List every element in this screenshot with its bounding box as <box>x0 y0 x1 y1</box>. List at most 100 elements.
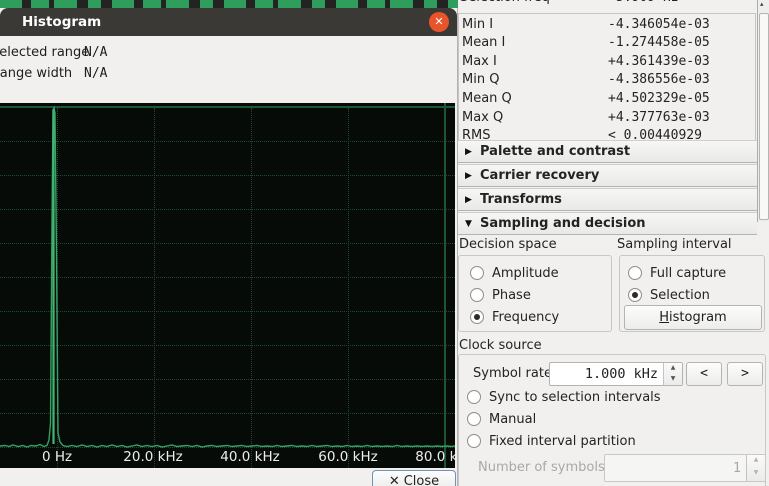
radio-row: Manual <box>467 411 536 427</box>
radio-label: Frequency <box>492 310 559 325</box>
radio-amplitude[interactable] <box>470 266 484 280</box>
radio-label: Fixed interval partition <box>489 434 636 449</box>
app-root: Histogram ✕ Selected range N/A Range wid… <box>0 0 769 486</box>
radio-label: Amplitude <box>492 266 559 281</box>
symbol-rate-value: 1.000 kHz <box>585 366 658 382</box>
close-icon: ✕ <box>434 15 443 28</box>
stat-label: Min Q <box>459 72 608 87</box>
x-axis-tick: 40.0 kHz <box>220 449 279 465</box>
spin-up-icon[interactable]: ▲ <box>664 363 682 374</box>
radio-row: Phase <box>470 287 531 303</box>
radio-full-capture[interactable] <box>628 266 642 280</box>
window-titlebar[interactable]: Histogram ✕ <box>0 8 457 36</box>
radio-row: Fixed interval partition <box>467 433 636 449</box>
radio-row: Full capture <box>628 265 726 281</box>
selected-range-label: Selected range <box>0 45 89 60</box>
range-width-label: Range width <box>0 66 72 81</box>
radio-row: Frequency <box>470 309 559 325</box>
radio-label: Phase <box>492 288 531 303</box>
section-label: Carrier recovery <box>480 168 599 183</box>
chevron-down-icon: ▼ <box>465 219 480 229</box>
panel-scrollbar[interactable]: ▴ <box>757 0 769 222</box>
inspector-panel: Selection freq 5.909 Hz Min I -4.346054e… <box>458 0 769 486</box>
x-axis-tick: 0 Hz <box>42 449 72 465</box>
x-axis-tick: 60.0 kHz <box>318 449 377 465</box>
stat-label: Mean I <box>459 35 608 50</box>
symbol-rate-increment-button[interactable]: > <box>727 362 763 386</box>
stat-label: Mean Q <box>459 91 608 106</box>
decision-space-group: Amplitude Phase Frequency <box>458 255 612 332</box>
clock-source-group: Symbol rate 1.000 kHz ▲ ▼ < > Sync to se… <box>458 354 766 486</box>
histogram-plot-area[interactable]: 0 Hz 20.0 kHz 40.0 kHz 60.0 kHz 80.0 kHz <box>0 103 455 468</box>
table-row: Mean I -1.274458e-05 <box>459 34 755 52</box>
window-close-button[interactable]: ✕ <box>429 12 449 32</box>
table-row: Mean Q +4.502329e-05 <box>459 90 755 108</box>
signal-stats-table: Min I -4.346054e-03 Mean I -1.274458e-05… <box>458 13 756 147</box>
section-label: Sampling and decision <box>480 216 646 231</box>
number-of-symbols-value: 1 <box>733 460 741 476</box>
radio-label: Sync to selection intervals <box>489 390 661 405</box>
stat-value: +4.377763e-03 <box>608 110 710 125</box>
section-label: Transforms <box>480 192 562 207</box>
sampling-interval-group: Full capture Selection Histogram <box>619 255 765 332</box>
close-x-icon: ✕ <box>389 474 400 486</box>
close-dialog-button[interactable]: ✕ Close <box>372 470 456 486</box>
x-axis-tick: 80.0 kHz <box>415 449 455 465</box>
chevron-right-icon: ▶ <box>465 147 480 157</box>
radio-selection[interactable] <box>628 288 642 302</box>
stat-label: Max Q <box>459 110 608 125</box>
radio-phase[interactable] <box>470 288 484 302</box>
chevron-right-icon: ▶ <box>465 195 480 205</box>
spin-up-icon: ▲ <box>747 455 765 468</box>
table-row: Min I -4.346054e-03 <box>459 15 755 33</box>
x-axis-tick: 20.0 kHz <box>123 449 182 465</box>
radio-label: Selection <box>650 288 710 303</box>
radio-label: Manual <box>489 412 536 427</box>
symbol-rate-decrement-button[interactable]: < <box>686 362 722 386</box>
sampling-interval-label: Sampling interval <box>617 237 732 252</box>
stat-value: -4.386556e-03 <box>608 72 710 87</box>
stat-value: -1.274458e-05 <box>608 35 710 50</box>
clock-source-label: Clock source <box>459 338 542 353</box>
spin-down-icon[interactable]: ▼ <box>664 374 682 385</box>
stat-label: Min I <box>459 17 608 32</box>
radio-row: Sync to selection intervals <box>467 389 661 405</box>
stat-value: +4.502329e-05 <box>608 91 710 106</box>
number-of-symbols-label: Number of symbols <box>478 460 605 475</box>
stat-value: +4.361439e-03 <box>608 54 710 69</box>
histogram-button[interactable]: Histogram <box>624 305 762 330</box>
radio-fixed-interval-partition[interactable] <box>467 434 481 448</box>
window-title: Histogram <box>22 14 101 30</box>
radio-frequency[interactable] <box>470 310 484 324</box>
table-row: Min Q -4.386556e-03 <box>459 71 755 89</box>
selected-range-value: N/A <box>84 45 107 60</box>
histogram-trace <box>0 103 455 468</box>
chevron-right-icon: ▶ <box>465 171 480 181</box>
radio-row: Amplitude <box>470 265 559 281</box>
number-of-symbols-spinbox: 1 ▲ ▼ <box>604 454 766 482</box>
section-carrier-recovery[interactable]: ▶ Carrier recovery <box>458 164 757 187</box>
section-palette-and-contrast[interactable]: ▶ Palette and contrast <box>458 140 757 163</box>
section-transforms[interactable]: ▶ Transforms <box>458 188 757 211</box>
range-width-value: N/A <box>84 66 107 81</box>
spin-arrows: ▲ ▼ <box>663 363 682 385</box>
stat-label: Max I <box>459 54 608 69</box>
decision-space-label: Decision space <box>459 237 557 252</box>
close-dialog-label: Close <box>404 474 439 486</box>
stat-value: -4.346054e-03 <box>608 17 710 32</box>
spin-arrows: ▲ ▼ <box>746 455 765 481</box>
radio-label: Full capture <box>650 266 726 281</box>
selection-freq-label: Selection freq <box>460 0 550 5</box>
radio-manual[interactable] <box>467 412 481 426</box>
table-row: Max Q +4.377763e-03 <box>459 108 755 126</box>
section-label: Palette and contrast <box>480 144 630 159</box>
table-row: Max I +4.361439e-03 <box>459 52 755 70</box>
spin-down-icon: ▼ <box>747 468 765 481</box>
symbol-rate-label: Symbol rate <box>473 366 552 381</box>
radio-row: Selection <box>628 287 710 303</box>
radio-sync-to-selection-intervals[interactable] <box>467 390 481 404</box>
section-sampling-and-decision[interactable]: ▼ Sampling and decision <box>458 212 757 235</box>
scrollbar-up-icon[interactable]: ▴ <box>760 0 764 8</box>
scrollbar-thumb[interactable] <box>759 13 769 220</box>
symbol-rate-spinbox[interactable]: 1.000 kHz ▲ ▼ <box>549 362 683 386</box>
